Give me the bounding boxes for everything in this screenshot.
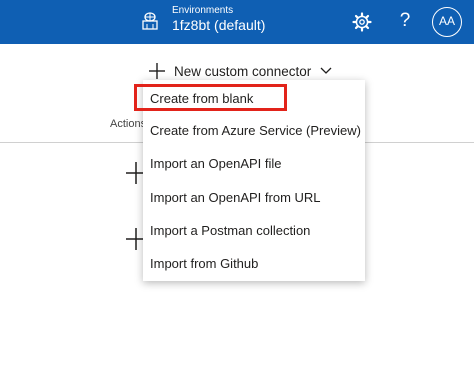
menu-item-create-from-azure-service[interactable]: Create from Azure Service (Preview) [150, 117, 361, 145]
chevron-down-icon [320, 67, 332, 74]
gear-icon[interactable] [352, 12, 372, 32]
environments-label: Environments [172, 5, 234, 16]
plus-icon [149, 63, 165, 79]
menu-item-import-openapi-url[interactable]: Import an OpenAPI from URL [150, 184, 321, 212]
top-bar: Environments 1fz8bt (default) ? AA [0, 0, 474, 44]
help-icon[interactable]: ? [395, 8, 415, 34]
menu-item-import-postman-collection[interactable]: Import a Postman collection [150, 217, 310, 245]
environment-name[interactable]: 1fz8bt (default) [172, 17, 265, 33]
new-connector-dropdown-menu: Create from blank Create from Azure Serv… [143, 80, 365, 281]
menu-item-import-from-github[interactable]: Import from Github [150, 250, 258, 278]
new-custom-connector-label: New custom connector [174, 63, 312, 79]
avatar[interactable]: AA [432, 7, 462, 37]
environment-icon[interactable] [140, 11, 160, 31]
actions-column-header: Actions [110, 118, 147, 130]
menu-item-create-from-blank[interactable]: Create from blank [150, 85, 253, 113]
menu-item-import-openapi-file[interactable]: Import an OpenAPI file [150, 150, 282, 178]
